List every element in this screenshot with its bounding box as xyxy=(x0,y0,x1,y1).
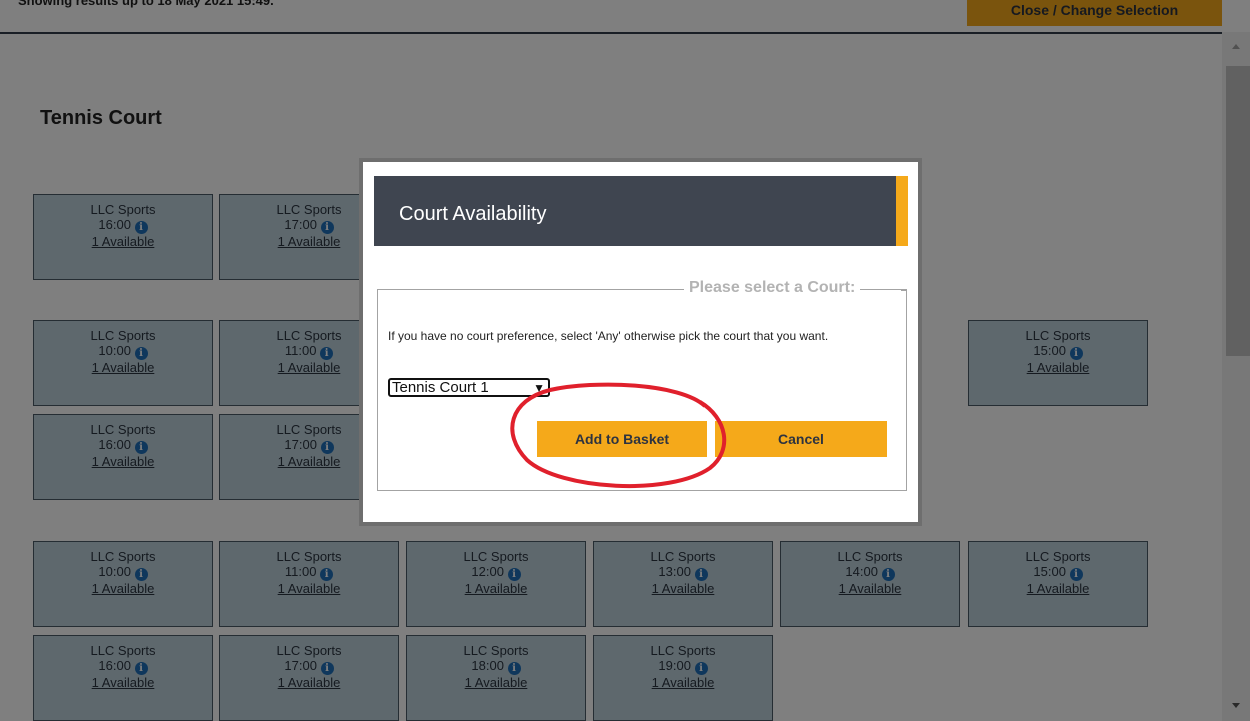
fieldset-legend: Please select a Court: xyxy=(684,279,861,297)
highlight-ring-annotation xyxy=(510,382,727,489)
court-preference-help: If you have no court preference, select … xyxy=(388,329,829,343)
modal-header: Court Availability xyxy=(374,176,896,246)
cancel-button[interactable]: Cancel xyxy=(715,421,887,457)
modal-header-accent xyxy=(896,176,908,246)
modal-title: Court Availability xyxy=(399,203,547,225)
court-select-value: Tennis Court 1 xyxy=(392,379,489,396)
legend-tail xyxy=(901,290,907,291)
